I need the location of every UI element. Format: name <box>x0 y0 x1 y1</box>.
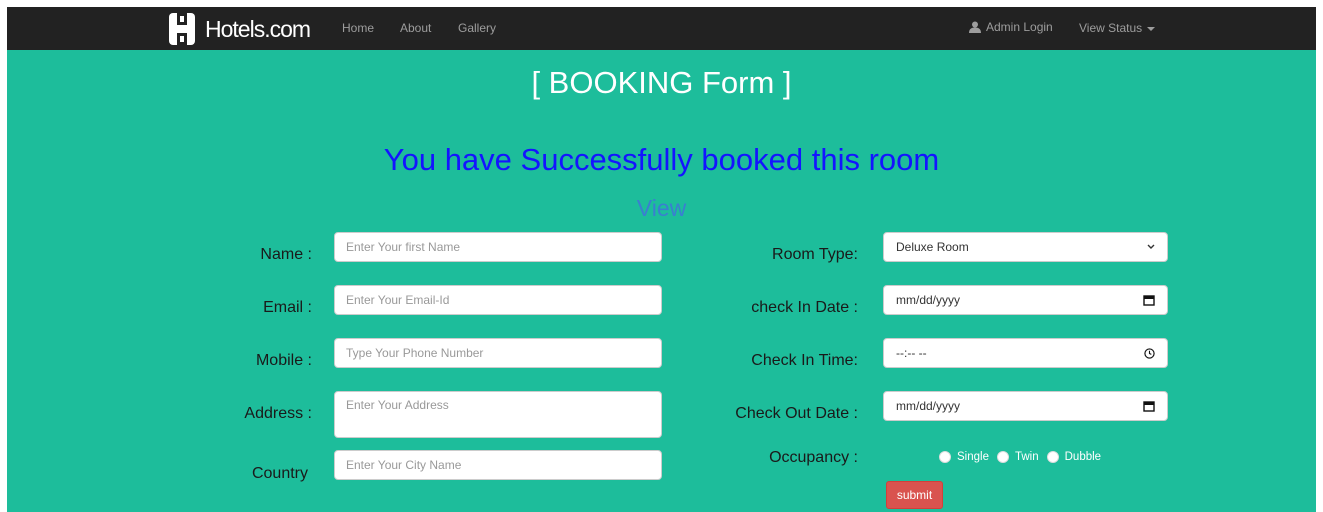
mobile-input[interactable] <box>334 338 662 368</box>
name-label: Name : <box>260 246 312 263</box>
occupancy-label-single: Single <box>957 451 989 463</box>
view-status-label: View Status <box>1079 21 1143 35</box>
occupancy-label-dubble: Dubble <box>1064 451 1102 463</box>
success-message: You have Successfully booked this room <box>383 142 940 177</box>
calendar-icon[interactable] <box>1143 400 1155 412</box>
brand-link[interactable]: Hotels.com <box>169 12 311 46</box>
checkin-date-value: mm/dd/yyyy <box>896 293 961 307</box>
occupancy-radio-dubble[interactable] <box>1046 451 1059 463</box>
admin-login-link[interactable]: Admin Login <box>969 20 1053 34</box>
page-title: [ BOOKING Form ] <box>531 65 792 100</box>
nav-gallery[interactable]: Gallery <box>458 21 496 35</box>
checkout-date-value: mm/dd/yyyy <box>896 399 961 413</box>
checkin-time-label: Check In Time: <box>751 352 858 369</box>
submit-button[interactable]: submit <box>886 481 943 509</box>
country-label: Country <box>251 465 308 482</box>
occupancy-radio-single[interactable] <box>939 451 951 463</box>
nav-about[interactable]: About <box>400 21 431 35</box>
user-icon <box>969 21 981 33</box>
checkin-date-label: check In Date : <box>751 299 858 316</box>
room-type-value: Deluxe Room <box>896 240 969 254</box>
chevron-down-icon <box>1147 244 1155 249</box>
clock-icon[interactable] <box>1144 347 1155 359</box>
admin-login-label: Admin Login <box>986 20 1053 34</box>
address-textarea[interactable] <box>334 391 662 438</box>
room-type-select[interactable]: Deluxe Room <box>883 232 1168 262</box>
mobile-label: Mobile : <box>255 352 312 369</box>
caret-down-icon <box>1147 26 1156 31</box>
checkout-date-input[interactable]: mm/dd/yyyy <box>883 391 1168 421</box>
nav-home[interactable]: Home <box>342 21 374 35</box>
name-input[interactable] <box>334 232 662 262</box>
checkin-time-input[interactable]: --:-- -- <box>883 338 1168 368</box>
email-input[interactable] <box>334 285 662 315</box>
address-label: Address : <box>244 405 312 422</box>
brand-name: Hotels.com <box>205 15 311 42</box>
occupancy-radio-group: Single Twin Dubble <box>939 451 1109 463</box>
checkout-date-label: Check Out Date : <box>735 405 858 422</box>
checkin-time-value: --:-- -- <box>896 346 927 360</box>
country-input[interactable] <box>334 450 662 480</box>
view-status-dropdown[interactable]: View Status <box>1079 21 1156 35</box>
email-label: Email : <box>263 299 312 316</box>
page: Hotels.com Home About Gallery Admin Logi… <box>7 7 1316 512</box>
hotels-logo-icon <box>169 13 195 45</box>
checkin-date-input[interactable]: mm/dd/yyyy <box>883 285 1168 315</box>
calendar-icon[interactable] <box>1143 294 1155 306</box>
room-type-label: Room Type: <box>772 246 858 263</box>
view-link[interactable]: View <box>7 195 1316 222</box>
navbar: Hotels.com Home About Gallery Admin Logi… <box>7 7 1316 50</box>
occupancy-label-twin: Twin <box>1014 451 1039 463</box>
occupancy-label: Occupancy : <box>769 449 858 466</box>
occupancy-radio-twin[interactable] <box>996 451 1009 463</box>
